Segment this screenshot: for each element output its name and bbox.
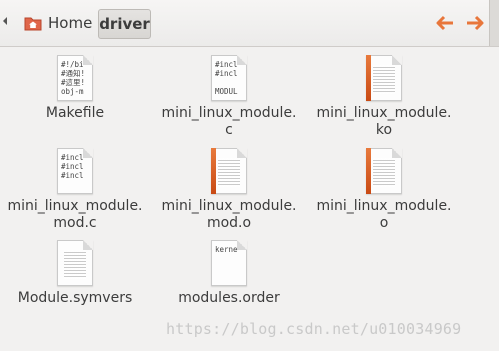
file-item-order[interactable]: kerne modules.order	[154, 240, 304, 307]
breadcrumb-home-label: Home	[48, 14, 93, 32]
file-item-ko[interactable]: mini_linux_module. ko	[309, 55, 459, 139]
forward-button[interactable]	[463, 12, 487, 34]
breadcrumb-driver-label: driver	[99, 15, 150, 33]
breadcrumb-home[interactable]: Home	[20, 9, 96, 37]
right-arrow-icon	[467, 15, 484, 31]
file-item-makefile[interactable]: #!/bi #通知! #這里! obj-m Makefile	[0, 55, 150, 122]
home-folder-icon	[24, 17, 42, 31]
watermark-text: https://blog.csdn.net/u010034969	[166, 320, 462, 338]
text-file-icon	[57, 240, 93, 286]
toolbar-edge	[489, 0, 499, 46]
binary-file-icon	[211, 148, 247, 194]
file-name: Makefile	[45, 105, 105, 121]
file-item-mod-c[interactable]: #incl #incl #incl mini_linux_module. mod.c	[0, 148, 150, 232]
text-file-icon: #!/bi #通知! #這里! obj-m	[57, 55, 93, 101]
toolbar: Home driver	[0, 0, 499, 47]
file-name: mini_linux_module. c	[161, 105, 297, 138]
binary-file-icon	[366, 148, 402, 194]
file-name: modules.order	[178, 290, 280, 306]
file-name: mini_linux_module. o	[316, 198, 452, 231]
file-item-o[interactable]: mini_linux_module. o	[309, 148, 459, 232]
file-name: mini_linux_module. ko	[316, 105, 452, 138]
breadcrumb-driver[interactable]: driver	[98, 9, 151, 39]
back-button[interactable]	[433, 12, 457, 34]
text-file-icon: #incl #incl #incl	[57, 148, 93, 194]
file-item-c[interactable]: #incl #incl MODUL mini_linux_module. c	[154, 55, 304, 139]
file-item-mod-o[interactable]: mini_linux_module. mod.o	[154, 148, 304, 232]
left-arrow-icon	[436, 15, 453, 31]
file-item-symvers[interactable]: Module.symvers	[0, 240, 150, 307]
file-name: mini_linux_module. mod.o	[161, 198, 297, 231]
file-name: Module.symvers	[17, 290, 133, 306]
file-name: mini_linux_module. mod.c	[7, 198, 143, 231]
text-file-icon: kerne	[211, 240, 247, 286]
binary-file-icon	[366, 55, 402, 101]
text-file-icon: #incl #incl MODUL	[211, 55, 247, 101]
scroll-left-icon[interactable]	[3, 17, 7, 25]
